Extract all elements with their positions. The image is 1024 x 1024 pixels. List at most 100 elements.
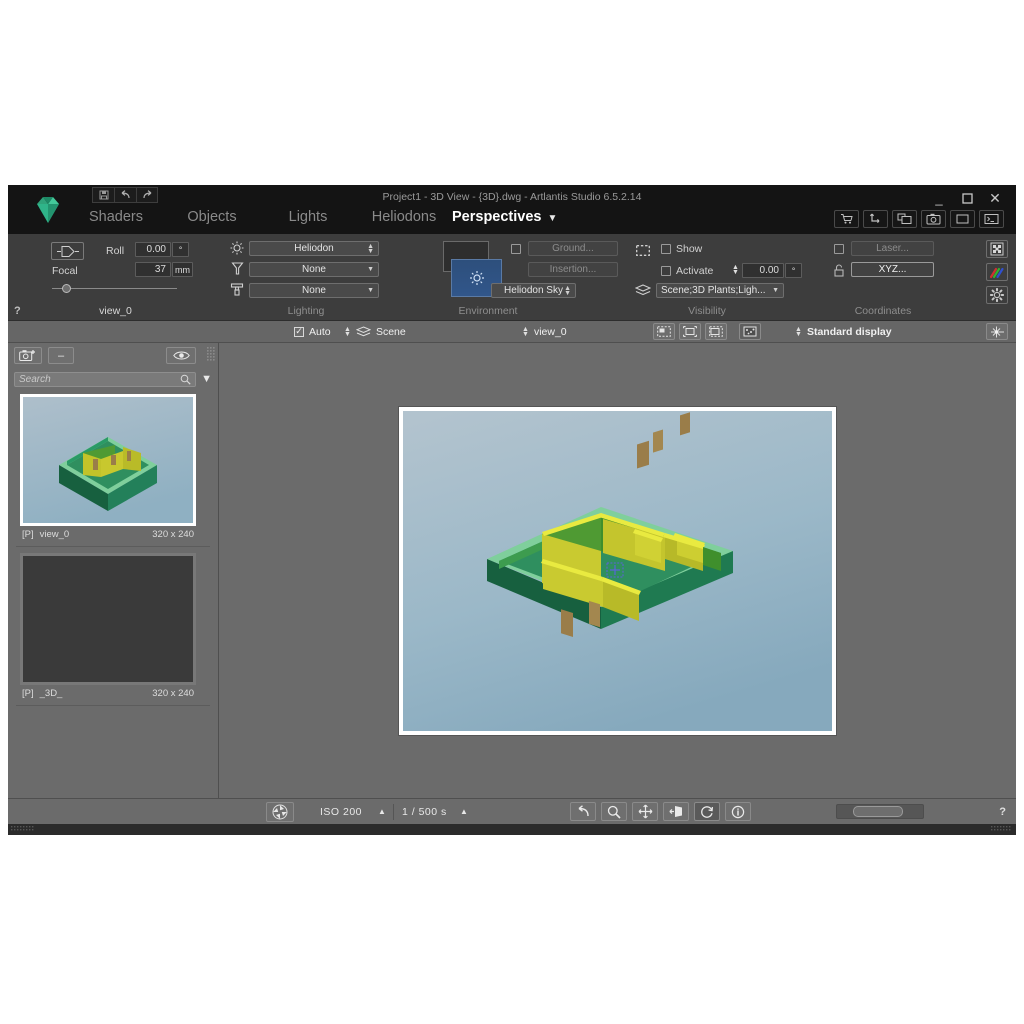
nav-heliodons[interactable]: Heliodons [356,209,452,225]
scene-group[interactable]: ▲ ▼ Scene [344,326,406,338]
focal-input[interactable]: 37 [135,262,171,277]
search-icon[interactable] [180,374,191,385]
zoom-icon[interactable] [601,802,627,821]
door-exit-icon[interactable] [663,802,689,821]
export-icon[interactable] [863,210,888,228]
chevron-down-icon[interactable]: ▼ [547,213,557,224]
console-icon[interactable] [979,210,1004,228]
angle-stepper[interactable]: ▲ ▼ [732,264,739,276]
iso-stepper-icon[interactable]: ▲ [378,807,386,816]
zoom-slider[interactable] [836,804,924,819]
undo-arrow-icon[interactable] [570,802,596,821]
neon-select[interactable]: None ▼ [249,283,379,298]
coordinates-label: Coordinates [854,305,912,317]
camera-name-label: view_0 [99,305,132,317]
filter-caret-icon[interactable]: ▼ [201,373,212,385]
thumbnail-prefix: [P] [22,688,34,699]
cart-icon[interactable] [834,210,859,228]
grip-icon[interactable] [979,826,1013,833]
grip-icon[interactable] [11,826,45,833]
view-thumbnail-list: [P] view_0 320 x 240 [P] _3D_ 320 x 240 [8,390,218,798]
chevron-down-icon[interactable]: ▼ [367,287,374,294]
refresh-icon[interactable] [694,802,720,821]
heliodon-select[interactable]: Heliodon ▲ ▼ [249,241,379,256]
crop-region-icon[interactable] [705,323,727,340]
lock-icon[interactable] [833,264,845,277]
display-mode-group[interactable]: ▲ ▼ Standard display [795,326,892,338]
insert-region-icon[interactable] [653,323,675,340]
roll-input[interactable]: 0.00 [135,242,171,257]
ground-button[interactable]: Ground... [528,241,618,256]
gear-icon[interactable] [986,286,1008,304]
pan-move-icon[interactable] [632,802,658,821]
visibility-label: Visibility [688,305,726,317]
laser-button[interactable]: Laser... [851,241,934,256]
fit-to-window-icon[interactable] [679,323,701,340]
aperture-icon[interactable] [266,801,294,822]
focal-unit[interactable]: mm [172,262,193,277]
chevron-down-icon[interactable]: ▼ [772,287,779,294]
camera-plus-icon[interactable] [14,347,42,364]
field-of-view-icon[interactable] [51,242,84,260]
shutter-label[interactable]: 1 / 500 s [402,806,447,818]
list-item[interactable]: [P] view_0 320 x 240 [8,394,218,540]
light-flare-icon[interactable] [986,323,1008,340]
view-group[interactable]: ▲ ▼ view_0 [522,326,567,338]
roll-unit[interactable]: ° [172,242,189,257]
stepper-icon[interactable]: ▲ ▼ [564,285,571,297]
stepper-icon[interactable]: ▲ ▼ [522,326,529,338]
chevron-down-icon[interactable]: ▼ [367,266,374,273]
checker-aperture-icon[interactable] [986,240,1008,258]
layers-select[interactable]: Scene;3D Plants;Ligh... ▼ [656,283,784,298]
render-image[interactable] [398,405,837,736]
list-item[interactable]: [P] _3D_ 320 x 240 [8,553,218,699]
nav-shaders[interactable]: Shaders [68,209,164,225]
eye-icon[interactable] [166,347,196,364]
properties-bar: ? Roll 0.00 ° Focal 37 mm view_0 Heliodo… [8,234,1016,321]
view-thumbnail-selected[interactable] [20,394,196,526]
render-preview-icon[interactable] [739,323,761,340]
search-input[interactable]: Search [14,371,197,387]
xyz-button[interactable]: XYZ... [851,262,934,277]
nav-perspectives[interactable]: Perspectives [452,209,541,225]
iso-label[interactable]: ISO 200 [320,806,362,818]
show-checkbox[interactable] [661,244,671,254]
grip-icon[interactable] [207,347,215,364]
nav-lights[interactable]: Lights [260,209,356,225]
stepper-icon[interactable]: ▲ ▼ [367,243,374,255]
insertion-button[interactable]: Insertion... [528,262,618,277]
angle-input[interactable]: 0.00 [742,263,784,278]
auto-checkbox[interactable]: ✓ [294,326,304,337]
windows-icon[interactable] [892,210,917,228]
axis-colors-icon[interactable] [986,263,1008,281]
view-thumbnail-empty[interactable] [20,553,196,685]
camera-icon[interactable] [921,210,946,228]
sky-select[interactable]: Heliodon Sky ▲ ▼ [491,283,576,298]
nav-objects[interactable]: Objects [164,209,260,225]
zoom-slider-handle[interactable] [853,806,903,817]
angle-unit[interactable]: ° [785,263,802,278]
info-icon[interactable] [725,802,751,821]
stepper-icon[interactable]: ▲ ▼ [344,326,351,338]
maximize-button[interactable] [954,189,980,207]
search-row: Search ▼ [8,368,218,390]
coordinates-section: Laser... XYZ... Coordinates [828,234,968,320]
camera-section: ? Roll 0.00 ° Focal 37 mm view_0 [8,234,223,320]
focal-slider-handle[interactable] [62,284,71,293]
activate-checkbox[interactable] [661,266,671,276]
crop-icon[interactable] [950,210,975,228]
lighting-section: Heliodon ▲ ▼ None ▼ None ▼ Lighting [223,234,423,320]
close-button[interactable]: ✕ [982,189,1008,207]
render-viewport[interactable] [219,343,1016,798]
laser-checkbox[interactable] [834,244,844,254]
navigation-tools [570,802,751,821]
remove-view-button[interactable]: – [48,347,74,364]
light-brush-icon [230,282,244,297]
stepper-icon[interactable]: ▲ ▼ [795,326,802,338]
environment-checkbox[interactable] [511,244,521,254]
focal-slider[interactable] [52,284,177,294]
help-button[interactable]: ? [999,806,1006,818]
shutter-stepper-icon[interactable]: ▲ [460,807,468,816]
spotlight-select[interactable]: None ▼ [249,262,379,277]
minimize-button[interactable]: _ [926,189,952,207]
